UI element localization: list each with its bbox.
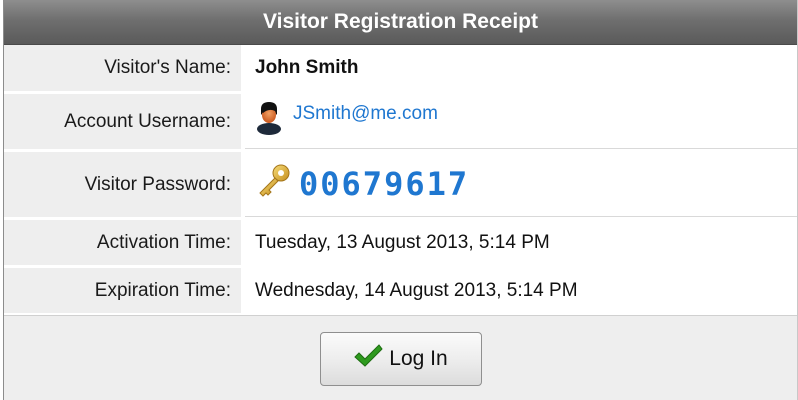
account-username-label: Account Username: xyxy=(4,94,241,149)
visitor-receipt-panel: Visitor Registration Receipt Visitor's N… xyxy=(3,0,798,400)
visitor-password-value: 00679617 xyxy=(299,165,470,203)
visitor-password-cell: 00679617 xyxy=(245,152,797,217)
visitor-password-row: Visitor Password: 00679617 xyxy=(4,152,797,220)
account-username-value: JSmith@me.com xyxy=(293,103,438,124)
visitor-name-row: Visitor's Name: John Smith xyxy=(4,45,797,94)
visitor-password-label: Visitor Password: xyxy=(4,152,241,217)
expiration-time-label: Expiration Time: xyxy=(4,268,241,313)
log-in-button[interactable]: Log In xyxy=(319,332,482,386)
visitor-name-label: Visitor's Name: xyxy=(4,45,241,91)
receipt-footer: Log In xyxy=(4,315,797,400)
person-icon xyxy=(255,101,283,141)
receipt-title: Visitor Registration Receipt xyxy=(4,0,797,45)
activation-time-label: Activation Time: xyxy=(4,220,241,265)
expiration-time-row: Expiration Time: Wednesday, 14 August 20… xyxy=(4,268,797,316)
activation-time-row: Activation Time: Tuesday, 13 August 2013… xyxy=(4,220,797,268)
activation-time-value: Tuesday, 13 August 2013, 5:14 PM xyxy=(255,231,550,253)
expiration-time-value: Wednesday, 14 August 2013, 5:14 PM xyxy=(255,279,578,301)
visitor-name-value: John Smith xyxy=(255,57,359,78)
checkmark-icon xyxy=(353,343,383,375)
key-icon xyxy=(255,164,291,204)
account-username-row: Account Username: JSmith@me.com xyxy=(4,94,797,152)
log-in-button-label: Log In xyxy=(389,347,448,370)
account-username-cell: JSmith@me.com xyxy=(245,94,797,149)
